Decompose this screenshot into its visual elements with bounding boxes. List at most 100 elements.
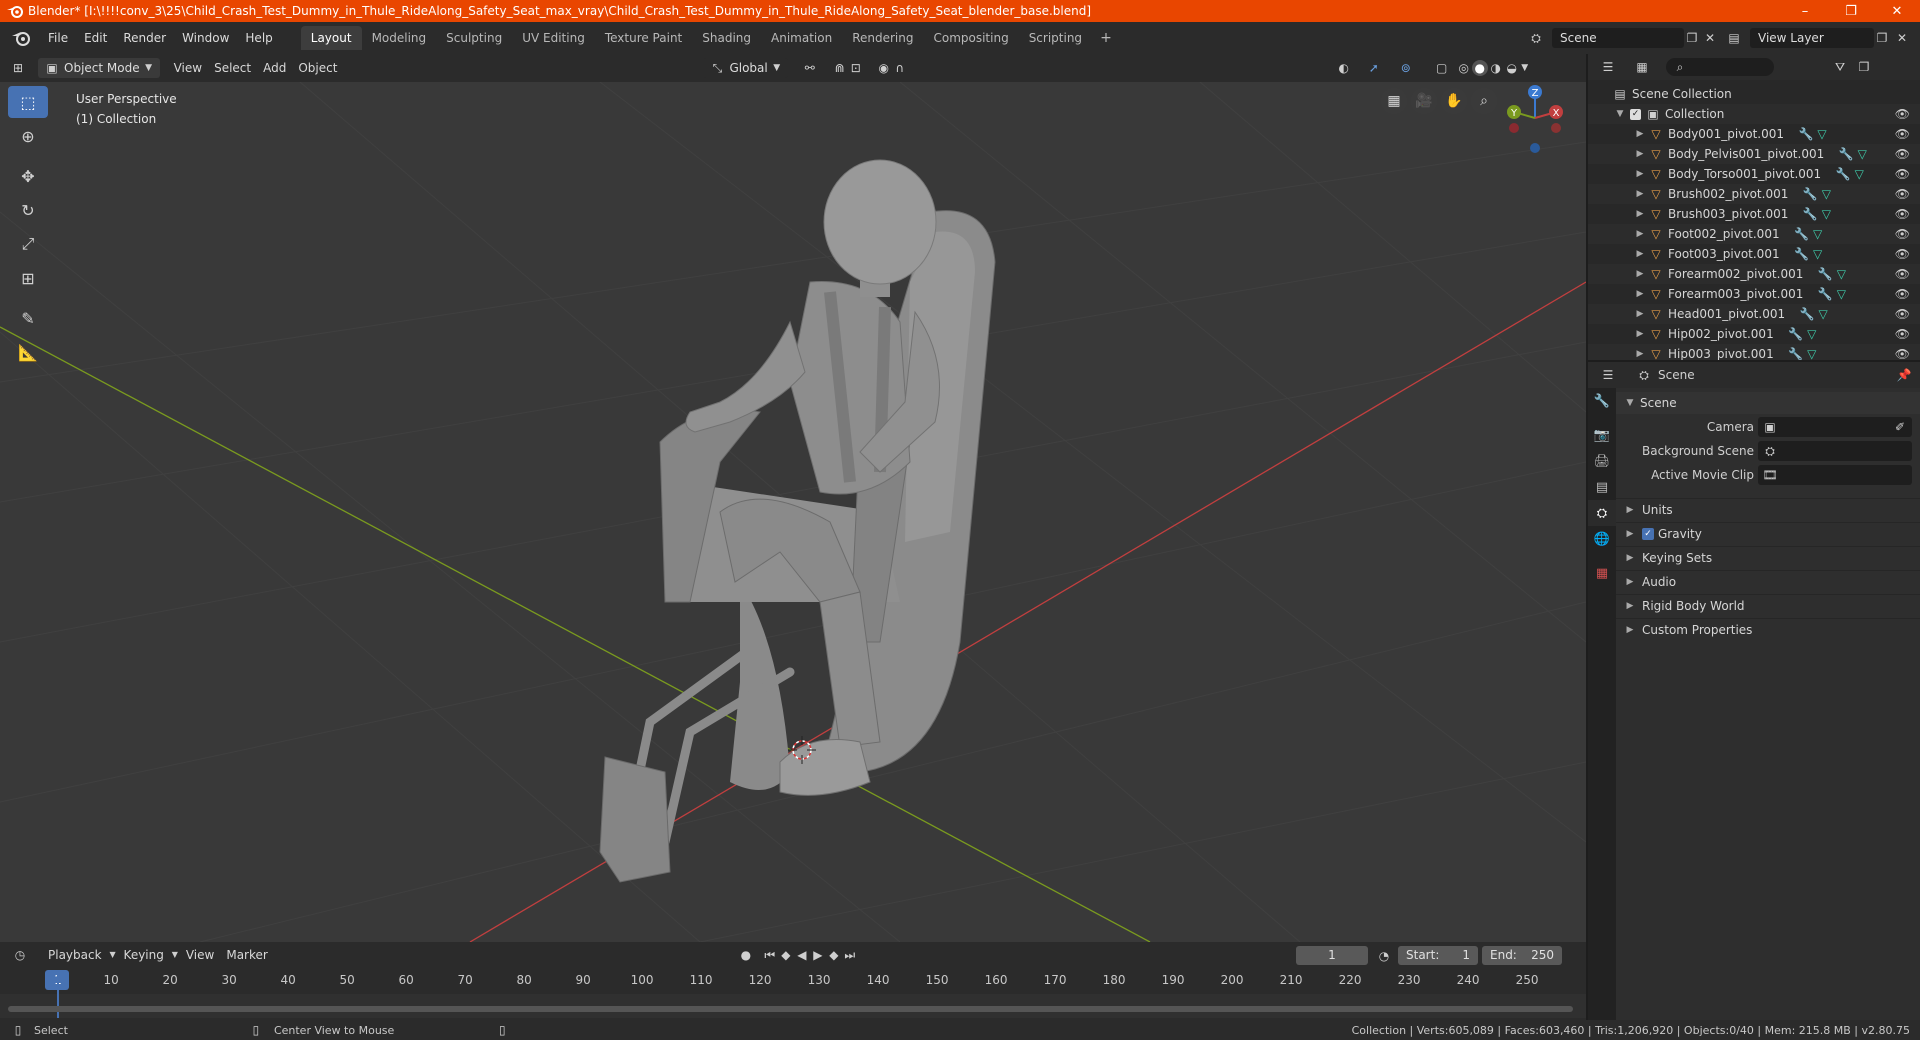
new-view-layer-icon[interactable]: ❐ bbox=[1874, 30, 1890, 46]
mesh-data-icon[interactable]: ▽ bbox=[1818, 186, 1834, 202]
play-reverse-icon[interactable]: ◀ bbox=[794, 947, 810, 963]
chevron-right-icon[interactable]: ▶ bbox=[1632, 189, 1648, 199]
snap-icon[interactable]: ⋒ bbox=[832, 60, 848, 76]
eye-icon[interactable]: 👁 bbox=[1895, 227, 1910, 241]
solid-shading-icon[interactable]: ● bbox=[1471, 60, 1488, 76]
mode-selector[interactable]: ▣ Object Mode ▼ bbox=[38, 58, 160, 78]
eye-icon[interactable]: 👁 bbox=[1895, 127, 1910, 141]
tab-uv-editing[interactable]: UV Editing bbox=[512, 26, 595, 50]
outliner-item[interactable]: ▶ ▽ Brush002_pivot.001 🔧 ▽ 👁 bbox=[1588, 184, 1920, 204]
editor-type-icon[interactable]: ⊞ bbox=[10, 60, 26, 76]
scene-selector[interactable]: Scene bbox=[1552, 28, 1684, 48]
display-mode-icon[interactable]: ▦ bbox=[1634, 59, 1650, 75]
chevron-right-icon[interactable]: ▶ bbox=[1632, 349, 1648, 359]
new-scene-icon[interactable]: ❐ bbox=[1684, 30, 1700, 46]
chevron-right-icon[interactable]: ▶ bbox=[1632, 129, 1648, 139]
outliner-item[interactable]: ▶ ▽ Foot003_pivot.001 🔧 ▽ 👁 bbox=[1588, 244, 1920, 264]
eye-icon[interactable]: 👁 bbox=[1895, 167, 1910, 181]
outliner-item[interactable]: ▶ ▽ Hip003_pivot.001 🔧 ▽ 👁 bbox=[1588, 344, 1920, 360]
outliner-item[interactable]: ▶ ▽ Forearm002_pivot.001 🔧 ▽ 👁 bbox=[1588, 264, 1920, 284]
current-frame-field[interactable]: 1 bbox=[1296, 946, 1368, 965]
background-scene-field[interactable]: ⛭ bbox=[1758, 441, 1912, 461]
navigation-gizmo[interactable]: Z X Y bbox=[1498, 84, 1572, 164]
start-frame-field[interactable]: Start: 1 bbox=[1398, 946, 1478, 965]
tab-output[interactable]: 🖨 bbox=[1588, 448, 1616, 474]
eye-icon[interactable]: 👁 bbox=[1895, 107, 1910, 121]
eye-icon[interactable]: 👁 bbox=[1895, 347, 1910, 360]
tab-modeling[interactable]: Modeling bbox=[362, 26, 437, 50]
subpanel-custom-properties[interactable]: ▶ Custom Properties bbox=[1616, 618, 1920, 640]
modifier-icon[interactable]: 🔧 bbox=[1817, 266, 1833, 282]
outliner-collection[interactable]: ▼ ✓ ▣ Collection 👁 bbox=[1588, 104, 1920, 124]
timeline-editor-type-icon[interactable]: ◷ bbox=[12, 947, 28, 963]
eye-icon[interactable]: 👁 bbox=[1895, 307, 1910, 321]
move-tool[interactable]: ✥ bbox=[8, 160, 48, 192]
mesh-data-icon[interactable]: ▽ bbox=[1804, 346, 1820, 360]
eye-icon[interactable]: 👁 bbox=[1895, 147, 1910, 161]
tab-sculpting[interactable]: Sculpting bbox=[436, 26, 512, 50]
timeline-scrollbar[interactable] bbox=[8, 1006, 1573, 1012]
blender-menu-icon[interactable] bbox=[10, 29, 32, 47]
wireframe-shading-icon[interactable]: ◎ bbox=[1456, 60, 1472, 76]
modifier-icon[interactable]: 🔧 bbox=[1794, 246, 1810, 262]
tab-scripting[interactable]: Scripting bbox=[1019, 26, 1092, 50]
transform-tool[interactable]: ⊞ bbox=[8, 262, 48, 294]
close-button[interactable]: ✕ bbox=[1874, 0, 1920, 22]
modifier-icon[interactable]: 🔧 bbox=[1802, 186, 1818, 202]
eye-icon[interactable]: 👁 bbox=[1895, 287, 1910, 301]
mesh-data-icon[interactable]: ▽ bbox=[1833, 266, 1849, 282]
tab-scene[interactable]: ⛭ bbox=[1588, 500, 1616, 526]
transform-orientation-selector[interactable]: ⤡ Global ▼ bbox=[703, 58, 788, 78]
subpanel-rigid-body-world[interactable]: ▶ Rigid Body World bbox=[1616, 594, 1920, 616]
outliner-item[interactable]: ▶ ▽ Foot002_pivot.001 🔧 ▽ 👁 bbox=[1588, 224, 1920, 244]
outliner-scene-collection[interactable]: ▤ Scene Collection bbox=[1588, 84, 1920, 104]
menu-file[interactable]: File bbox=[40, 27, 76, 49]
play-icon[interactable]: ▶ bbox=[810, 947, 826, 963]
outliner-item[interactable]: ▶ ▽ Body001_pivot.001 🔧 ▽ 👁 bbox=[1588, 124, 1920, 144]
scene-icon[interactable]: ⛭ bbox=[1528, 30, 1544, 46]
overlays-icon[interactable]: ⊚ bbox=[1398, 60, 1414, 76]
timeline-ruler[interactable]: 1102030405060708090100110120130140150160… bbox=[0, 970, 1586, 992]
mesh-data-icon[interactable]: ▽ bbox=[1854, 146, 1870, 162]
modifier-icon[interactable]: 🔧 bbox=[1798, 126, 1814, 142]
camera-field[interactable]: ▣ ✐ bbox=[1758, 417, 1912, 437]
menu-add[interactable]: Add bbox=[257, 58, 292, 78]
toggle-camera-grid-icon[interactable]: ▦ bbox=[1381, 88, 1407, 114]
xray-icon[interactable]: ▢ bbox=[1434, 60, 1450, 76]
tab-layout[interactable]: Layout bbox=[300, 26, 362, 50]
mesh-data-icon[interactable]: ▽ bbox=[1804, 326, 1820, 342]
outliner-item[interactable]: ▶ ▽ Brush003_pivot.001 🔧 ▽ 👁 bbox=[1588, 204, 1920, 224]
modifier-icon[interactable]: 🔧 bbox=[1788, 346, 1804, 360]
outliner-item[interactable]: ▶ ▽ Body_Torso001_pivot.001 🔧 ▽ 👁 bbox=[1588, 164, 1920, 184]
measure-tool[interactable]: 📐 bbox=[8, 336, 48, 368]
remove-scene-icon[interactable]: ✕ bbox=[1702, 30, 1718, 46]
modifier-icon[interactable]: 🔧 bbox=[1838, 146, 1854, 162]
chevron-right-icon[interactable]: ▶ bbox=[1632, 229, 1648, 239]
tab-compositing[interactable]: Compositing bbox=[923, 26, 1018, 50]
tab-rendering[interactable]: Rendering bbox=[842, 26, 923, 50]
minimize-button[interactable]: – bbox=[1782, 0, 1828, 22]
add-workspace-button[interactable]: + bbox=[1092, 30, 1120, 46]
subpanel-units[interactable]: ▶ Units bbox=[1616, 498, 1920, 520]
chevron-right-icon[interactable]: ▶ bbox=[1632, 249, 1648, 259]
eye-icon[interactable]: 👁 bbox=[1895, 187, 1910, 201]
tab-animation[interactable]: Animation bbox=[761, 26, 842, 50]
tab-world[interactable]: 🌐 bbox=[1588, 526, 1616, 552]
remove-view-layer-icon[interactable]: ✕ bbox=[1894, 30, 1910, 46]
menu-playback[interactable]: Playback bbox=[42, 945, 108, 965]
material-shading-icon[interactable]: ◑ bbox=[1488, 60, 1504, 76]
menu-marker[interactable]: Marker bbox=[220, 945, 273, 965]
annotate-tool[interactable]: ✎ bbox=[8, 302, 48, 334]
outliner-item[interactable]: ▶ ▽ Head001_pivot.001 🔧 ▽ 👁 bbox=[1588, 304, 1920, 324]
active-movie-clip-field[interactable]: 🎞 bbox=[1758, 465, 1912, 485]
mesh-data-icon[interactable]: ▽ bbox=[1851, 166, 1867, 182]
outliner-search-input[interactable]: ⌕ bbox=[1666, 58, 1774, 76]
chevron-right-icon[interactable]: ▶ bbox=[1632, 269, 1648, 279]
outliner-item[interactable]: ▶ ▽ Forearm003_pivot.001 🔧 ▽ 👁 bbox=[1588, 284, 1920, 304]
menu-render[interactable]: Render bbox=[115, 27, 174, 49]
modifier-icon[interactable]: 🔧 bbox=[1788, 326, 1804, 342]
tab-shading[interactable]: Shading bbox=[692, 26, 761, 50]
tab-view-layer[interactable]: ▤ bbox=[1588, 474, 1616, 500]
clock-icon[interactable]: ◔ bbox=[1376, 948, 1392, 964]
menu-view[interactable]: View bbox=[168, 58, 208, 78]
